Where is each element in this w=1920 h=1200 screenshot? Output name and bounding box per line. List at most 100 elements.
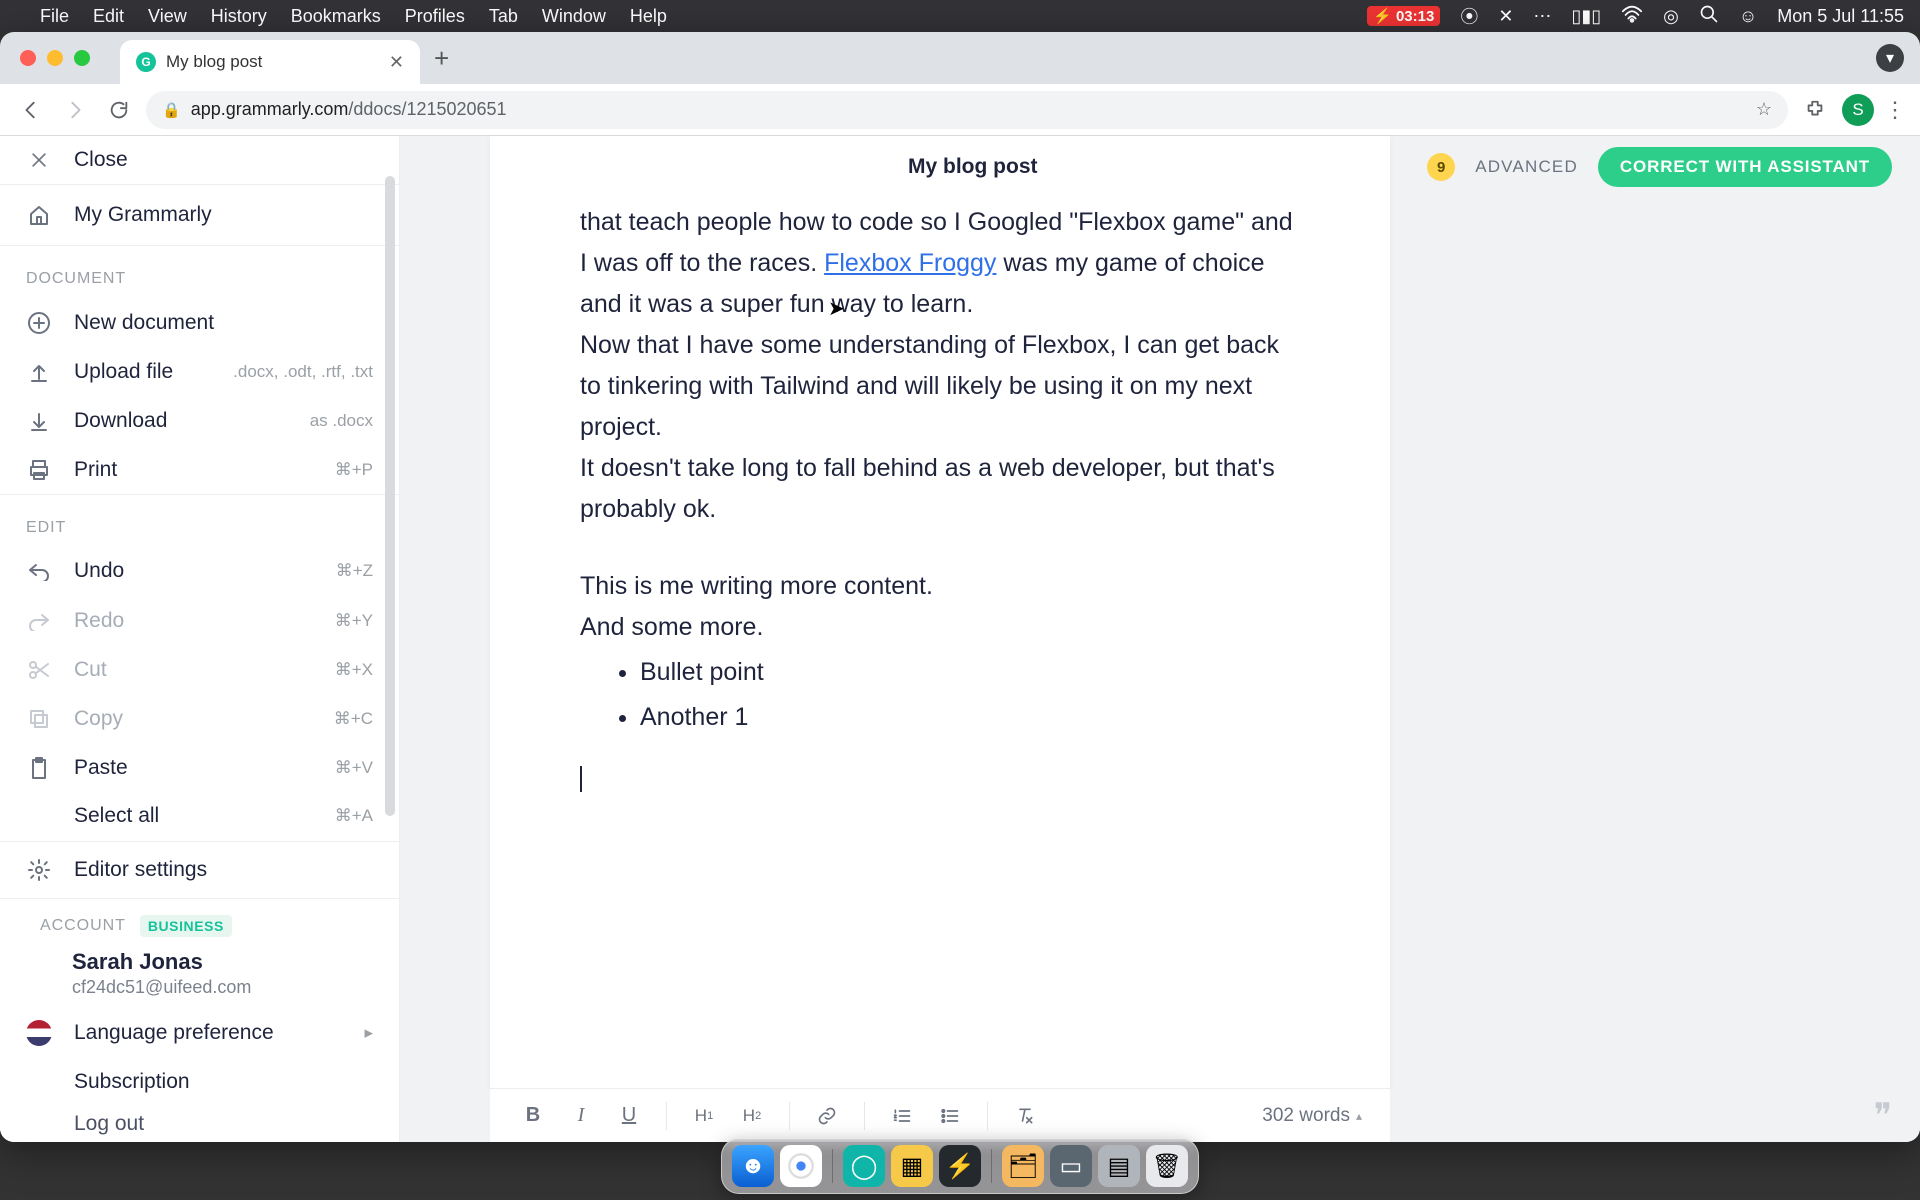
heading2-button[interactable]: H2 bbox=[737, 1101, 767, 1131]
macos-dock: ☻ ◯ ▦ ⚡ 🗂 ▭ ▤ 🗑 bbox=[721, 1138, 1199, 1194]
sidebar-paste[interactable]: Paste ⌘+V bbox=[0, 743, 399, 792]
document-title[interactable]: My blog post bbox=[908, 155, 1038, 179]
word-count[interactable]: 302 words▴ bbox=[1262, 1105, 1362, 1127]
dock-app-icon[interactable]: ⚡ bbox=[939, 1145, 981, 1187]
performance-label[interactable]: ADVANCED bbox=[1475, 157, 1578, 177]
dock-folder-icon[interactable]: 🗂 bbox=[1002, 1145, 1044, 1187]
sidebar-select-all[interactable]: Select all ⌘+A bbox=[0, 792, 399, 841]
sidebar-logout[interactable]: Log out bbox=[0, 1106, 399, 1142]
sidebar-close[interactable]: Close bbox=[0, 136, 399, 185]
tab-close-icon[interactable]: ✕ bbox=[389, 52, 404, 73]
menubar-item-edit[interactable]: Edit bbox=[93, 6, 124, 27]
profile-avatar[interactable]: S bbox=[1842, 94, 1874, 126]
sidebar-item-label: Copy bbox=[74, 707, 123, 731]
toolbar-separator bbox=[864, 1102, 865, 1130]
sidebar-item-label: Undo bbox=[74, 559, 124, 583]
scrolled-off-line: I remember a conversation from the Indie… bbox=[580, 188, 1300, 196]
copy-icon bbox=[26, 706, 52, 732]
menubar-item-tab[interactable]: Tab bbox=[489, 6, 518, 27]
nav-forward-button[interactable] bbox=[58, 93, 92, 127]
nav-reload-button[interactable] bbox=[102, 93, 136, 127]
dock-app-icon[interactable]: ▭ bbox=[1050, 1145, 1092, 1187]
menubar-clock[interactable]: Mon 5 Jul 11:55 bbox=[1777, 6, 1904, 27]
sidebar-language[interactable]: Language preference ▸ bbox=[0, 1008, 399, 1057]
dock-finder-icon[interactable]: ☻ bbox=[732, 1145, 774, 1187]
account-email: cf24dc51@uifeed.com bbox=[72, 977, 373, 998]
dock-trash-icon[interactable]: 🗑 bbox=[1146, 1145, 1188, 1187]
chrome-toolbar: 🔒 app.grammarly.com/ddocs/1215020651 ☆ S… bbox=[0, 84, 1920, 136]
italic-button[interactable]: I bbox=[566, 1101, 596, 1131]
issue-count-badge[interactable]: 9 bbox=[1427, 153, 1455, 181]
sidebar-account-info[interactable]: Sarah Jonas cf24dc51@uifeed.com bbox=[0, 943, 399, 1008]
menubar-item-view[interactable]: View bbox=[148, 6, 187, 27]
underline-button[interactable]: U bbox=[614, 1101, 644, 1131]
sidebar-editor-settings[interactable]: Editor settings bbox=[0, 842, 399, 900]
unordered-list-button[interactable] bbox=[935, 1101, 965, 1131]
window-minimize-button[interactable] bbox=[47, 50, 63, 66]
sidebar-copy[interactable]: Copy ⌘+C bbox=[0, 694, 399, 743]
sidebar-my-grammarly[interactable]: My Grammarly bbox=[0, 185, 399, 246]
ordered-list-button[interactable] bbox=[887, 1101, 917, 1131]
blank-icon bbox=[26, 1069, 52, 1095]
editor-link-flexbox-froggy[interactable]: Flexbox Froggy bbox=[824, 249, 996, 277]
sidebar-download[interactable]: Download as .docx bbox=[0, 397, 399, 446]
menubar-item-bookmarks[interactable]: Bookmarks bbox=[291, 6, 381, 27]
site-lock-icon[interactable]: 🔒 bbox=[162, 101, 181, 119]
feedback-quote-icon[interactable]: ❞ bbox=[1874, 1096, 1892, 1136]
spotlight-icon[interactable] bbox=[1699, 4, 1719, 29]
nav-back-button[interactable] bbox=[14, 93, 48, 127]
plus-circle-icon bbox=[26, 310, 52, 336]
sidebar-cut[interactable]: Cut ⌘+X bbox=[0, 645, 399, 694]
editor-paragraph: And some more. bbox=[580, 607, 1300, 648]
editor-bullet-list: Bullet point Another 1 bbox=[580, 650, 1300, 740]
dock-chrome-icon[interactable] bbox=[780, 1145, 822, 1187]
close-icon bbox=[26, 147, 52, 173]
status-icon[interactable]: ⋯ bbox=[1533, 6, 1551, 27]
bookmark-star-icon[interactable]: ☆ bbox=[1756, 99, 1772, 120]
dock-app-icon[interactable]: ◯ bbox=[843, 1145, 885, 1187]
user-icon[interactable]: ☺ bbox=[1739, 6, 1757, 27]
toolbar-separator bbox=[789, 1102, 790, 1130]
sidebar-print[interactable]: Print ⌘+P bbox=[0, 446, 399, 495]
document-paper[interactable]: I remember a conversation from the Indie… bbox=[490, 136, 1390, 1088]
battery-icon[interactable]: ▯▮▯ bbox=[1571, 6, 1601, 27]
sidebar-redo[interactable]: Redo ⌘+Y bbox=[0, 596, 399, 645]
menubar-item-file[interactable]: File bbox=[40, 6, 69, 27]
menubar-item-window[interactable]: Window bbox=[542, 6, 606, 27]
browser-tab[interactable]: G My blog post ✕ bbox=[120, 40, 420, 84]
sidebar-new-document[interactable]: New document bbox=[0, 298, 399, 347]
new-tab-button[interactable]: + bbox=[434, 43, 449, 74]
wifi-icon[interactable] bbox=[1621, 5, 1643, 28]
status-icon[interactable]: ⦿ bbox=[1460, 3, 1478, 29]
dock-divider bbox=[991, 1149, 992, 1183]
tab-overflow-icon[interactable]: ▾ bbox=[1876, 44, 1904, 72]
window-zoom-button[interactable] bbox=[74, 50, 90, 66]
document-editor[interactable]: I remember a conversation from the Indie… bbox=[580, 136, 1300, 799]
link-button[interactable] bbox=[812, 1101, 842, 1131]
clear-formatting-button[interactable] bbox=[1010, 1101, 1040, 1131]
status-icon[interactable]: ✕ bbox=[1498, 6, 1513, 27]
keyboard-shortcut: ⌘+X bbox=[335, 660, 373, 680]
chrome-menu-icon[interactable]: ⋮ bbox=[1884, 97, 1906, 123]
control-center-icon[interactable]: ◎ bbox=[1663, 6, 1679, 27]
dock-app-icon[interactable]: ▦ bbox=[891, 1145, 933, 1187]
sidebar-upload-file[interactable]: Upload file .docx, .odt, .rtf, .txt bbox=[0, 347, 399, 396]
menubar-item-help[interactable]: Help bbox=[630, 6, 667, 27]
window-close-button[interactable] bbox=[20, 50, 36, 66]
extensions-icon[interactable] bbox=[1798, 93, 1832, 127]
recording-timer-badge[interactable]: 03:13 bbox=[1367, 6, 1440, 26]
correct-with-assistant-button[interactable]: CORRECT WITH ASSISTANT bbox=[1598, 147, 1892, 187]
dock-app-icon[interactable]: ▤ bbox=[1098, 1145, 1140, 1187]
sidebar-subscription[interactable]: Subscription bbox=[0, 1057, 399, 1106]
upload-icon bbox=[26, 359, 52, 385]
sidebar-close-label: Close bbox=[74, 148, 128, 172]
sidebar-my-grammarly-label: My Grammarly bbox=[74, 203, 212, 227]
sidebar-undo[interactable]: Undo ⌘+Z bbox=[0, 547, 399, 596]
bold-button[interactable]: B bbox=[518, 1101, 548, 1131]
address-bar[interactable]: 🔒 app.grammarly.com/ddocs/1215020651 ☆ bbox=[146, 91, 1788, 129]
heading1-button[interactable]: H1 bbox=[689, 1101, 719, 1131]
sidebar-scrollbar[interactable] bbox=[385, 176, 395, 816]
menubar-item-history[interactable]: History bbox=[211, 6, 267, 27]
print-icon bbox=[26, 457, 52, 483]
menubar-item-profiles[interactable]: Profiles bbox=[405, 6, 465, 27]
